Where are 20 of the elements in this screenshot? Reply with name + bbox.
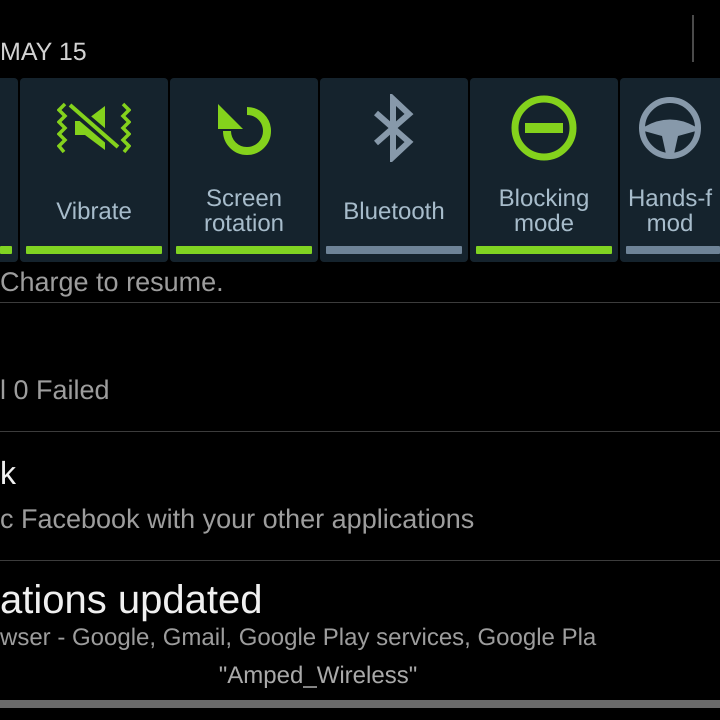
date-label: MAY 15 bbox=[0, 37, 87, 68]
notification-text: wser - Google, Gmail, Google Play services, Google Pla bbox=[0, 625, 596, 651]
steering-wheel-icon bbox=[638, 96, 702, 160]
notification-title: k bbox=[0, 454, 17, 493]
rotate-icon bbox=[217, 101, 271, 155]
notification-title: ations updated bbox=[0, 577, 264, 623]
quick-setting-toggle[interactable]: Hands-f mod bbox=[620, 78, 720, 262]
quick-setting-toggle[interactable]: Bluetooth bbox=[320, 78, 468, 262]
bluetooth-icon bbox=[372, 94, 416, 162]
notification-text: c Facebook with your other applications bbox=[0, 503, 474, 536]
vibrate-icon bbox=[57, 101, 131, 155]
quick-setting-toggle[interactable]: Screen rotation bbox=[170, 78, 318, 262]
quick-setting-toggle[interactable]: Vibrate bbox=[20, 78, 168, 262]
notification-text: l 0 Failed bbox=[0, 374, 110, 407]
minus-circle-icon bbox=[511, 95, 577, 161]
drag-handle[interactable] bbox=[0, 700, 720, 708]
network-name: "Amped_Wireless" bbox=[218, 662, 418, 690]
quick-setting-toggle[interactable]: Blocking mode bbox=[470, 78, 618, 262]
quick-setting-toggle[interactable] bbox=[0, 78, 18, 262]
notification-text: Charge to resume. bbox=[0, 267, 224, 297]
